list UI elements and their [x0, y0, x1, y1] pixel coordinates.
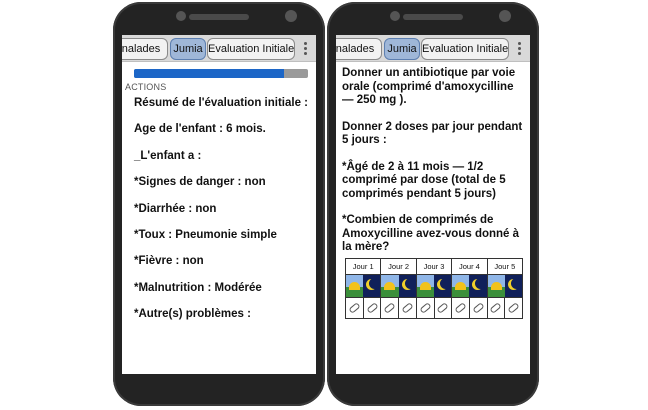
summary-diarrhea: *Diarrhée : non — [134, 202, 217, 215]
summary-cough: *Toux : Pneumonie simple — [134, 228, 277, 241]
tab-bar: nalades Jumia Evaluation Initiale — [122, 35, 316, 62]
pill-checkbox-icon[interactable] — [381, 298, 400, 318]
sun-icon — [452, 275, 470, 297]
sensor-icon — [499, 10, 511, 22]
pill-checkbox-icon[interactable] — [417, 298, 435, 318]
calendar-day: Jour 1 — [346, 259, 382, 318]
screen-right: nalades Jumia Evaluation Initiale Donner… — [336, 35, 530, 374]
tab-jumia[interactable]: Jumia — [384, 38, 420, 60]
pill-checkbox-icon[interactable] — [470, 298, 487, 318]
progress-bar — [134, 69, 308, 78]
age-dose-instruction: *Âgé de 2 à 11 mois — 1/2 comprimé par d… — [342, 160, 506, 200]
dose-calendar: Jour 1 Jour 2 Jour 3 Jour 4 Jour 5 — [345, 258, 523, 319]
moon-icon — [504, 275, 523, 297]
calendar-day: Jour 2 — [381, 259, 417, 318]
summary-other-problems: *Autre(s) problèmes : — [134, 308, 251, 321]
summary-content: Résumé de l'évaluation initiale : Age de… — [134, 97, 312, 335]
calendar-day: Jour 5 — [487, 259, 523, 318]
pill-checkbox-icon[interactable] — [488, 298, 506, 318]
screen-left: nalades Jumia Evaluation Initiale ACTION… — [122, 35, 316, 374]
day-label: Jour 5 — [487, 259, 523, 275]
summary-child-has: _L'enfant a : — [134, 149, 202, 162]
tab-evaluation-initiale[interactable]: Evaluation Initiale — [207, 38, 295, 60]
sun-icon — [346, 275, 364, 297]
day-label: Jour 3 — [416, 259, 452, 275]
treatment-content: Donner un antibiotique par voie orale (c… — [342, 67, 528, 268]
moon-icon — [469, 275, 487, 297]
pill-checkbox-icon[interactable] — [435, 298, 452, 318]
antibiotic-instruction: Donner un antibiotique par voie orale (c… — [342, 67, 516, 106]
speaker-grille — [189, 14, 249, 20]
progress-fill — [134, 69, 284, 78]
dose-instruction: Donner 2 doses par jour pendant 5 jours … — [342, 120, 523, 147]
day-label: Jour 4 — [452, 259, 487, 275]
summary-danger-signs: *Signes de danger : non — [134, 176, 266, 189]
phone-right: nalades Jumia Evaluation Initiale Donner… — [327, 2, 539, 406]
more-vert-icon[interactable] — [512, 38, 526, 58]
pill-checkbox-icon[interactable] — [505, 298, 522, 318]
sensor-icon — [285, 10, 297, 22]
front-camera-icon — [176, 11, 186, 21]
summary-title: Résumé de l'évaluation initiale : — [134, 97, 309, 109]
tab-malades[interactable]: nalades — [336, 38, 382, 60]
pill-checkbox-icon[interactable] — [346, 298, 364, 318]
moon-icon — [398, 275, 416, 297]
tablets-question: *Combien de comprimés de Amoxycilline av… — [342, 214, 520, 253]
pill-checkbox-icon[interactable] — [399, 298, 416, 318]
calendar-day: Jour 3 — [416, 259, 453, 318]
phone-left: nalades Jumia Evaluation Initiale ACTION… — [113, 2, 325, 406]
calendar-day: Jour 4 — [452, 259, 488, 318]
summary-malnutrition: *Malnutrition : Modérée — [134, 281, 262, 294]
day-label: Jour 2 — [381, 259, 416, 275]
section-label: ACTIONS — [125, 82, 167, 92]
more-vert-icon[interactable] — [298, 38, 312, 58]
front-camera-icon — [390, 11, 400, 21]
tab-bar: nalades Jumia Evaluation Initiale — [336, 35, 530, 62]
pill-checkbox-icon[interactable] — [364, 298, 381, 318]
summary-fever: *Fièvre : non — [134, 255, 204, 268]
sun-icon — [416, 275, 435, 297]
tab-malades[interactable]: nalades — [122, 38, 168, 60]
moon-icon — [363, 275, 381, 297]
sun-icon — [487, 275, 505, 297]
day-label: Jour 1 — [346, 259, 381, 275]
speaker-grille — [403, 14, 463, 20]
sun-icon — [381, 275, 399, 297]
summary-age: Age de l'enfant : 6 mois. — [134, 123, 266, 136]
tab-jumia[interactable]: Jumia — [170, 38, 206, 60]
moon-icon — [434, 275, 452, 297]
pill-checkbox-icon[interactable] — [452, 298, 470, 318]
tab-evaluation-initiale[interactable]: Evaluation Initiale — [421, 38, 509, 60]
